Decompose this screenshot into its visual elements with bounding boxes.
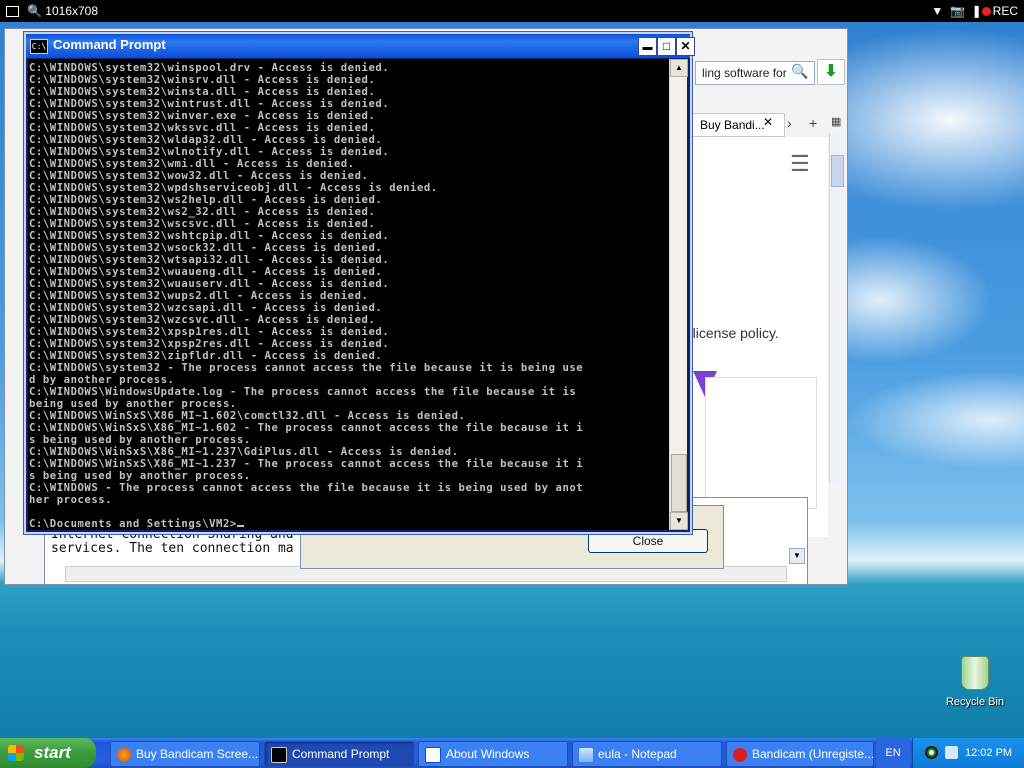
- scroll-thumb[interactable]: [831, 155, 844, 187]
- tab-label: Buy Bandi...: [700, 118, 765, 132]
- command-prompt-window[interactable]: C:\ Command Prompt ▬ □ ✕ C:\WINDOWS\syst…: [24, 32, 695, 534]
- rec-label[interactable]: REC: [993, 4, 1018, 18]
- recorder-bar: 🔍 1016x708 ▼ 📷 ❚ REC: [0, 0, 1024, 22]
- start-button[interactable]: start: [0, 738, 96, 768]
- search-icon[interactable]: 🔍: [791, 63, 808, 80]
- scroll-down-icon[interactable]: ▼: [670, 512, 688, 530]
- taskbar: start Buy Bandicam Scree... Command Prom…: [0, 738, 1024, 768]
- taskbar-item-about-windows[interactable]: About Windows: [418, 741, 568, 767]
- scroll-thumb[interactable]: [671, 454, 687, 512]
- download-arrow-icon[interactable]: ⬇: [817, 59, 845, 85]
- content-card: [705, 377, 817, 509]
- system-tray: 12:02 PM: [912, 738, 1024, 768]
- magnifier-icon[interactable]: 🔍: [27, 4, 42, 18]
- close-window-button[interactable]: ✕: [676, 37, 695, 56]
- console-output[interactable]: C:\WINDOWS\system32\winspool.drv - Acces…: [28, 59, 669, 530]
- start-label: start: [34, 743, 71, 762]
- console-text: C:\WINDOWS\system32\winspool.drv - Acces…: [29, 62, 584, 530]
- record-dot-icon: [981, 7, 991, 17]
- cmd-icon: [271, 746, 287, 763]
- maximize-button[interactable]: □: [657, 37, 676, 56]
- pause-icon[interactable]: ❚: [972, 4, 982, 18]
- language-indicator[interactable]: EN: [876, 738, 910, 768]
- camera-icon[interactable]: 📷: [950, 4, 965, 18]
- hamburger-menu-icon[interactable]: ☰: [790, 151, 810, 177]
- recycle-bin-icon[interactable]: [961, 656, 989, 690]
- speaker-icon[interactable]: [945, 746, 958, 759]
- browser-scrollbar[interactable]: [829, 133, 844, 483]
- taskbar-item-bandicam[interactable]: Bandicam (Unregiste...: [726, 741, 874, 767]
- window-icon: [425, 746, 441, 763]
- window-title: Command Prompt: [53, 37, 166, 52]
- dropdown-arrow-icon[interactable]: ▼: [931, 4, 943, 18]
- scroll-down-icon[interactable]: ▼: [789, 548, 805, 564]
- recorder-resolution: 1016x708: [45, 4, 99, 18]
- cmd-icon[interactable]: C:\: [30, 39, 48, 54]
- new-tab-icon[interactable]: +: [809, 115, 817, 131]
- console-scrollbar[interactable]: ▲ ▼: [669, 59, 688, 530]
- recycle-bin[interactable]: Recycle Bin: [942, 656, 1008, 708]
- taskbar-item-command-prompt[interactable]: Command Prompt: [264, 741, 414, 767]
- windows-logo-icon: [8, 745, 24, 761]
- taskbar-item-notepad[interactable]: eula - Notepad: [572, 741, 722, 767]
- chevron-right-icon[interactable]: ›: [787, 115, 792, 131]
- text-cursor: [236, 525, 244, 527]
- license-policy-text: e license policy.: [681, 325, 779, 341]
- minimize-button[interactable]: ▬: [638, 37, 657, 56]
- title-bar[interactable]: C:\ Command Prompt ▬ □ ✕: [26, 34, 695, 58]
- firefox-icon: [117, 747, 131, 762]
- grid-icon[interactable]: ▦: [831, 115, 841, 128]
- window-outline-icon[interactable]: [6, 6, 19, 18]
- close-tab-icon[interactable]: ✕: [763, 115, 773, 129]
- clock[interactable]: 12:02 PM: [965, 738, 1012, 768]
- tray-app-icon[interactable]: [925, 746, 938, 759]
- bandicam-icon: [733, 747, 747, 762]
- notepad-icon: [579, 747, 593, 762]
- scroll-up-icon[interactable]: ▲: [670, 59, 688, 77]
- recycle-bin-label: Recycle Bin: [945, 696, 1005, 708]
- taskbar-item-browser[interactable]: Buy Bandicam Scree...: [110, 741, 260, 767]
